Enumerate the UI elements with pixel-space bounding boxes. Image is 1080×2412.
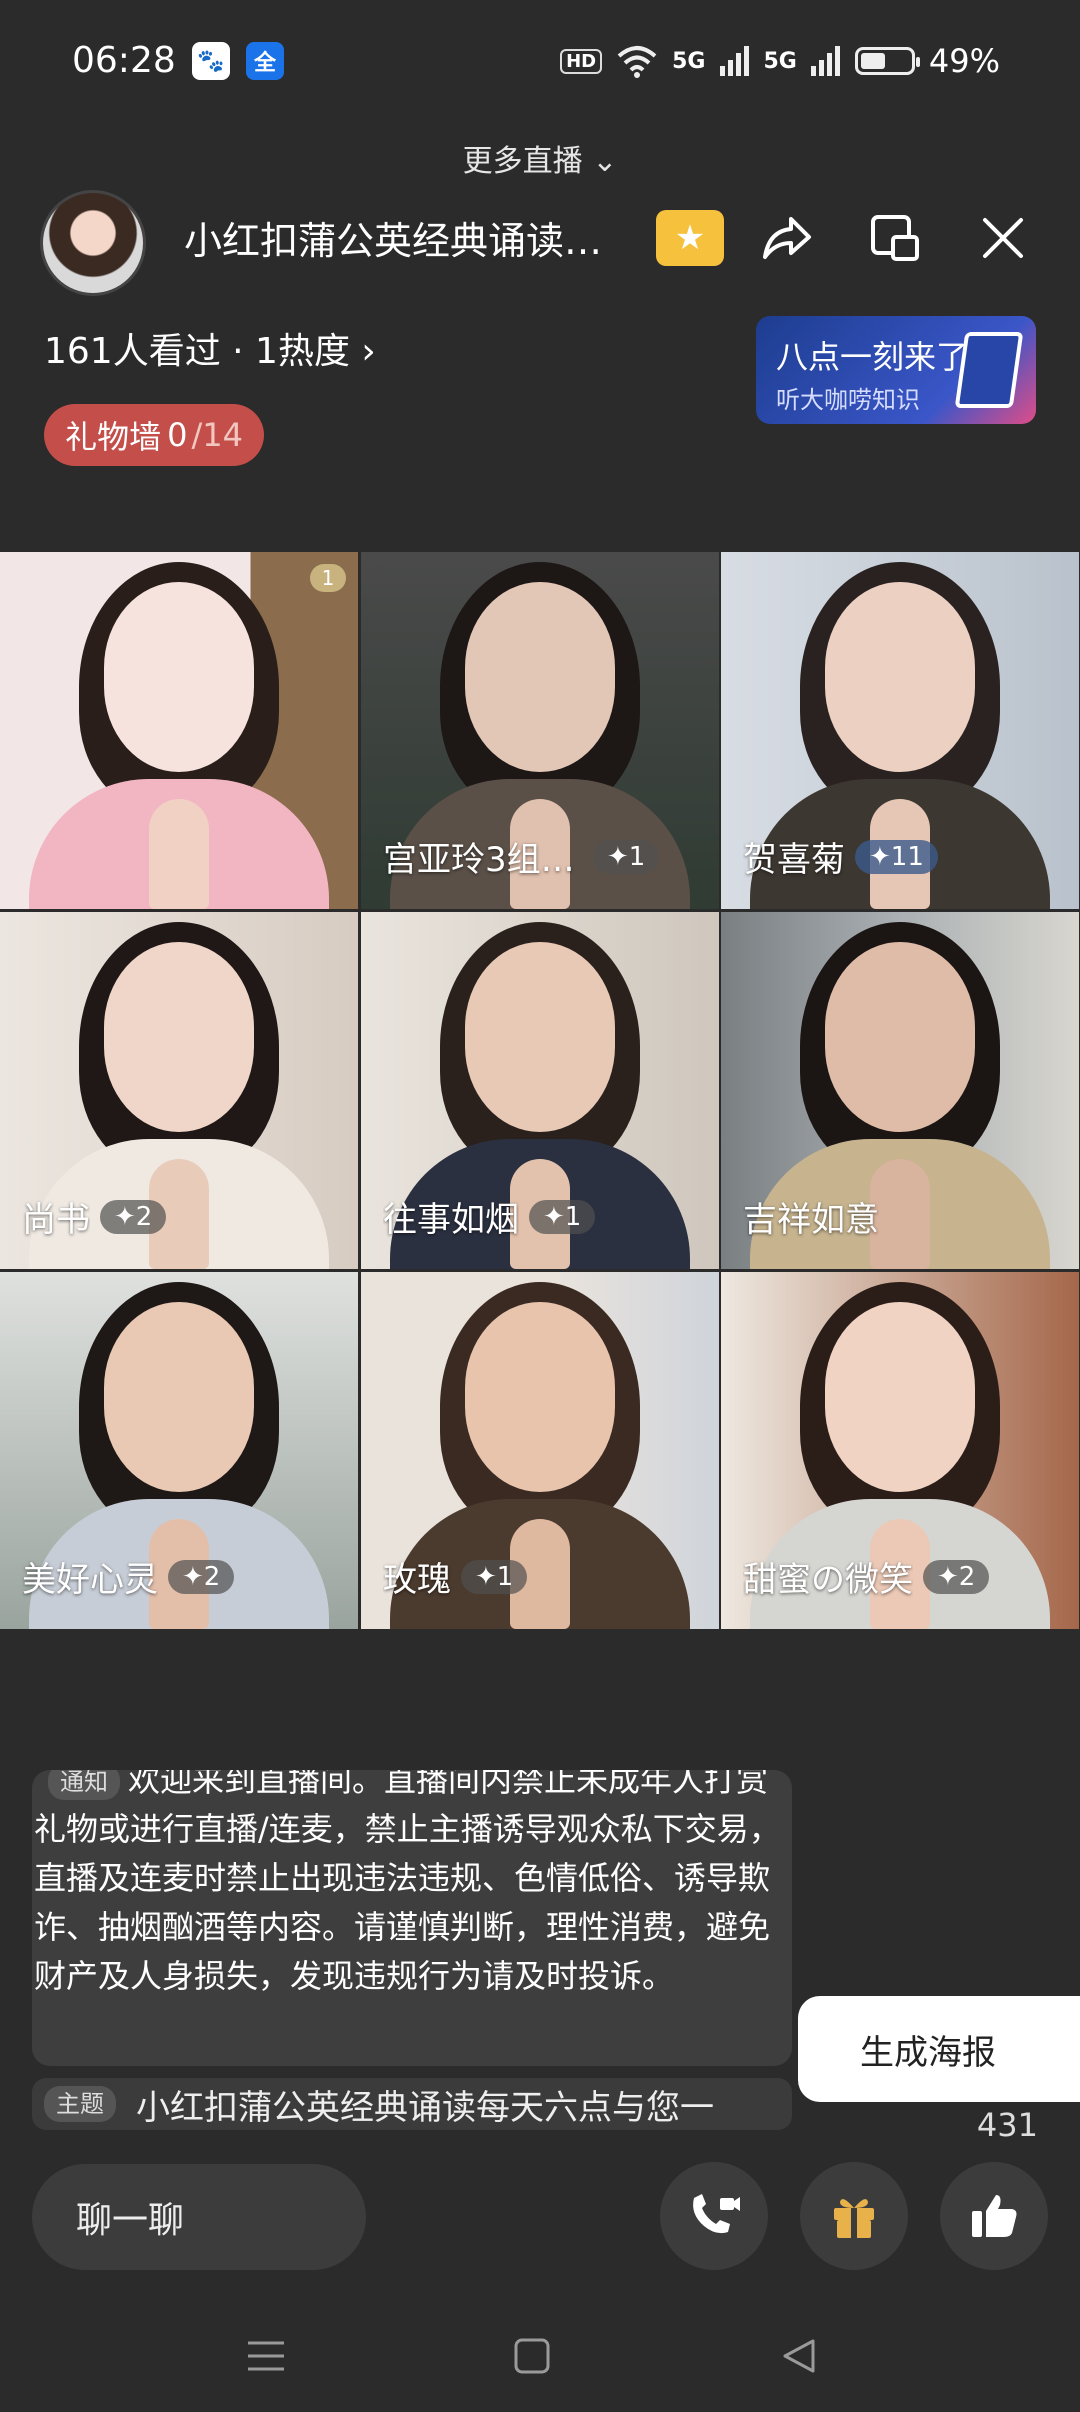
video-tile[interactable]: 宫亚玲3组1... ✦1 — [361, 552, 719, 909]
chat-input[interactable]: 聊一聊 — [32, 2164, 366, 2270]
guest-name: 贺喜菊 — [743, 840, 845, 880]
gift-icon[interactable] — [800, 2162, 908, 2270]
battery-percent: 49% — [928, 42, 1000, 80]
guest-label: 甜蜜の微笑 ✦2 — [743, 1552, 990, 1601]
guest-score: ✦1 — [593, 839, 660, 874]
video-call-icon[interactable] — [660, 2162, 768, 2270]
topic-message: 主题 小红扣蒲公英经典诵读每天六点与您一 — [32, 2078, 792, 2130]
status-time: 06:28 — [72, 40, 176, 81]
video-tile[interactable]: 甜蜜の微笑 ✦2 — [721, 1272, 1079, 1629]
guest-score: ✦2 — [923, 1559, 990, 1594]
pip-window-icon[interactable] — [860, 206, 930, 270]
promo-subtitle: 听大咖唠知识 — [776, 386, 920, 414]
video-tile[interactable]: 玫瑰 ✦1 — [361, 1272, 719, 1629]
guest-label: 宫亚玲3组1... ✦1 — [383, 832, 660, 881]
signal-icon-2 — [810, 46, 840, 76]
wifi-icon — [617, 46, 657, 78]
guest-label: 吉祥如意 — [743, 1192, 879, 1241]
guest-label: 往事如烟 ✦1 — [383, 1192, 596, 1241]
system-notice: 通知 欢迎来到直播间。直播间内禁止未成年人打赏礼物或进行直播/连麦，禁止主播诱导观… — [32, 1770, 792, 2066]
guest-score: ✦1 — [461, 1559, 528, 1594]
quan-app-icon: 全 — [246, 42, 284, 80]
guest-name: 尚书 — [22, 1200, 90, 1240]
status-icons: HD 5G 5G 49% — [560, 42, 1000, 80]
guest-label: 美好心灵 ✦2 — [22, 1552, 235, 1601]
hd-icon: HD — [560, 48, 603, 74]
notice-tag: 通知 — [48, 1770, 120, 1800]
video-tile[interactable]: 美好心灵 ✦2 — [0, 1272, 358, 1629]
guest-score: ✦2 — [100, 1199, 167, 1234]
favorite-star-icon[interactable]: ★ — [656, 210, 724, 266]
promo-title: 八点一刻来了 — [776, 338, 969, 376]
gift-wall-label: 礼物墙 — [65, 418, 162, 456]
viewer-stats[interactable]: 161人看过 · 1热度 › — [44, 322, 376, 374]
topic-tag: 主题 — [44, 2086, 116, 2122]
guest-score: ✦11 — [855, 839, 938, 874]
guest-name: 甜蜜の微笑 — [743, 1560, 913, 1600]
host-avatar[interactable] — [40, 190, 146, 296]
guest-name: 往事如烟 — [383, 1200, 519, 1240]
status-bar: 06:28 🐾 全 HD 5G 5G 49% — [0, 0, 1080, 120]
signal-5g-label-2: 5G — [763, 48, 797, 74]
guest-label: 玫瑰 ✦1 — [383, 1552, 528, 1601]
guest-name: 吉祥如意 — [743, 1200, 879, 1240]
room-title[interactable]: 小红扣蒲公英经典诵读每天六点与您一 — [184, 210, 624, 265]
guest-label: 尚书 ✦2 — [22, 1192, 167, 1241]
guest-name: 玫瑰 — [383, 1560, 451, 1600]
guest-score: ✦2 — [168, 1559, 235, 1594]
guest-name: 宫亚玲3组1... — [383, 840, 583, 880]
guest-name: 美好心灵 — [22, 1560, 158, 1600]
guest-label: 贺喜菊 ✦11 — [743, 832, 938, 881]
promo-banner[interactable]: 八点一刻来了 听大咖唠知识 — [756, 316, 1036, 424]
video-tile[interactable]: 尚书 ✦2 — [0, 912, 358, 1269]
seat-badge: 1 — [310, 564, 346, 592]
close-icon[interactable] — [968, 206, 1038, 270]
baidu-app-icon: 🐾 — [192, 42, 230, 80]
share-icon[interactable] — [752, 206, 822, 270]
gift-wall-button[interactable]: 礼物墙 0/14 — [44, 404, 264, 466]
notice-text: 欢迎来到直播间。直播间内禁止未成年人打赏礼物或进行直播/连麦，禁止主播诱导观众私… — [34, 1770, 781, 1995]
more-live-button[interactable]: 更多直播 ⌄ — [0, 136, 1080, 180]
signal-icon — [719, 46, 749, 76]
guest-video-grid: 1 宫亚玲3组1... ✦1 贺喜菊 ✦11 尚书 ✦2 往事如烟 ✦1 吉祥如… — [0, 552, 1080, 1630]
back-nav-icon[interactable] — [768, 2326, 828, 2386]
like-thumb-icon[interactable] — [940, 2162, 1048, 2270]
video-tile[interactable]: 往事如烟 ✦1 — [361, 912, 719, 1269]
like-count: 431 — [976, 2106, 1038, 2144]
video-tile[interactable]: 1 — [0, 552, 358, 909]
gift-wall-count: 0 — [167, 416, 188, 454]
home-nav-icon[interactable] — [502, 2326, 562, 2386]
gift-wall-total: /14 — [191, 416, 243, 454]
video-tile[interactable]: 贺喜菊 ✦11 — [721, 552, 1079, 909]
topic-text: 小红扣蒲公英经典诵读每天六点与您一 — [136, 2087, 714, 2128]
easel-icon — [954, 332, 1024, 408]
signal-5g-label: 5G — [672, 48, 706, 74]
generate-poster-button[interactable]: 生成海报 — [798, 1996, 1080, 2102]
video-tile[interactable]: 吉祥如意 — [721, 912, 1079, 1269]
battery-icon — [854, 47, 920, 75]
menu-nav-icon[interactable] — [236, 2326, 296, 2386]
guest-score: ✦1 — [529, 1199, 596, 1234]
